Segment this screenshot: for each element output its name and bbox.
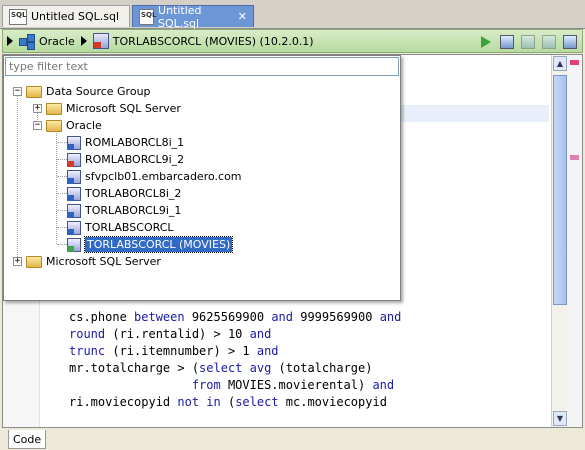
tab-label: Untitled SQL.sql: [158, 3, 202, 30]
tree-node-connection-selected[interactable]: TORLABSCORCL (MOVIES): [67, 236, 234, 253]
tree-connector: [57, 210, 67, 211]
tree-node-mssql-root[interactable]: + Microsoft SQL Server: [13, 253, 161, 270]
folder-open-icon: [46, 119, 62, 132]
code-line: cs.phone between 9625569900 and 99995699…: [69, 310, 402, 324]
rollback-button[interactable]: [540, 33, 557, 50]
datasource-group-icon: [19, 34, 35, 50]
expand-icon[interactable]: +: [13, 257, 22, 266]
collapse-icon[interactable]: −: [33, 121, 42, 130]
folder-icon: [46, 102, 62, 115]
tab-untitled-sql-1[interactable]: Untitled SQL.sql: [2, 5, 130, 27]
tree-node-connection[interactable]: TORLABSCORCL: [67, 219, 174, 236]
sql-file-icon: [139, 8, 156, 25]
filter-input[interactable]: [5, 57, 399, 76]
tree-node-connection[interactable]: ROMLABORCL8i_1: [67, 134, 184, 151]
overview-ruler: [567, 55, 582, 427]
options-button[interactable]: [561, 33, 578, 50]
play-icon: [480, 35, 491, 48]
chevron-right-icon: [80, 36, 87, 46]
rollback-icon: [541, 34, 556, 49]
tree-connector: [57, 244, 67, 245]
connection-label: TORLABSCORCL (MOVIES) (10.2.0.1): [112, 34, 314, 48]
commit-icon: [520, 34, 535, 49]
step-icon: [499, 34, 514, 49]
code-line: round (ri.rentalid) > 10 and: [69, 327, 272, 341]
database-icon: [67, 152, 81, 167]
database-icon: [67, 186, 81, 201]
database-icon: [92, 33, 109, 49]
database-icon: [67, 135, 81, 150]
tree-node-connection[interactable]: TORLABORCL9i_1: [67, 202, 181, 219]
tree-node-connection[interactable]: TORLABORCL8i_2: [67, 185, 181, 202]
collapse-icon[interactable]: −: [13, 87, 22, 96]
database-icon: [67, 237, 81, 252]
execute-button[interactable]: [477, 33, 494, 50]
tree-node-connection[interactable]: sfvpclb01.embarcadero.com: [67, 168, 242, 185]
expand-icon[interactable]: +: [33, 104, 42, 113]
scrollbar-thumb[interactable]: [553, 75, 567, 305]
database-icon: [67, 203, 81, 218]
database-icon: [67, 169, 81, 184]
options-icon: [562, 34, 577, 49]
platform-selector[interactable]: Oracle: [19, 34, 75, 50]
database-icon: [67, 220, 81, 235]
tree-connector: [57, 193, 67, 194]
tree-connector: [57, 176, 67, 177]
error-marker[interactable]: [570, 60, 579, 65]
editor-bottom-tabs: Code: [2, 428, 583, 450]
tree-connector: [57, 227, 67, 228]
chevron-right-icon: [7, 36, 13, 46]
code-line: ri.moviecopyid not in (select mc.movieco…: [69, 395, 387, 409]
connection-selector[interactable]: TORLABSCORCL (MOVIES) (10.2.0.1): [92, 33, 314, 49]
platform-label: Oracle: [39, 34, 75, 48]
editor-tab-bar: Untitled SQL.sql Untitled SQL.sql ✕: [0, 0, 585, 30]
tree-connector: [57, 142, 67, 143]
tree-connector: [57, 159, 67, 160]
tree-node-connection[interactable]: ROMLABORCL9i_2: [67, 151, 184, 168]
execute-step-button[interactable]: [498, 33, 515, 50]
tree-node-mssql[interactable]: + Microsoft SQL Server: [33, 100, 181, 117]
sql-code[interactable]: cs.phone between 9625569900 and 99995699…: [69, 309, 401, 411]
tab-label: Untitled SQL.sql: [31, 10, 120, 23]
tab-untitled-sql-2[interactable]: Untitled SQL.sql ✕: [132, 3, 254, 30]
code-line: from MOVIES.movierental) and: [191, 378, 395, 392]
tab-code[interactable]: Code: [8, 430, 47, 449]
code-line: trunc (ri.itemnumber) > 1 and: [69, 344, 279, 358]
folder-open-icon: [26, 85, 42, 98]
scroll-up-arrow-icon[interactable]: ▲: [553, 56, 567, 71]
tree-node-datasource-group[interactable]: − Data Source Group: [13, 83, 151, 100]
connection-toolbar: Oracle TORLABSCORCL (MOVIES) (10.2.0.1): [2, 29, 583, 53]
vertical-scrollbar[interactable]: ▲ ▼: [551, 55, 567, 427]
commit-button[interactable]: [519, 33, 536, 50]
close-icon[interactable]: ✕: [238, 10, 247, 23]
folder-icon: [26, 255, 42, 268]
tree-connector: [17, 91, 18, 261]
annotation-marker[interactable]: [570, 155, 579, 160]
tree-node-oracle[interactable]: − Oracle: [33, 117, 102, 134]
code-line: mr.totalcharge > (select avg (totalcharg…: [69, 361, 373, 375]
datasource-popup: − Data Source Group + Microsoft SQL Serv…: [3, 55, 401, 301]
sql-file-icon: [9, 8, 27, 25]
scroll-down-arrow-icon[interactable]: ▼: [553, 411, 567, 426]
